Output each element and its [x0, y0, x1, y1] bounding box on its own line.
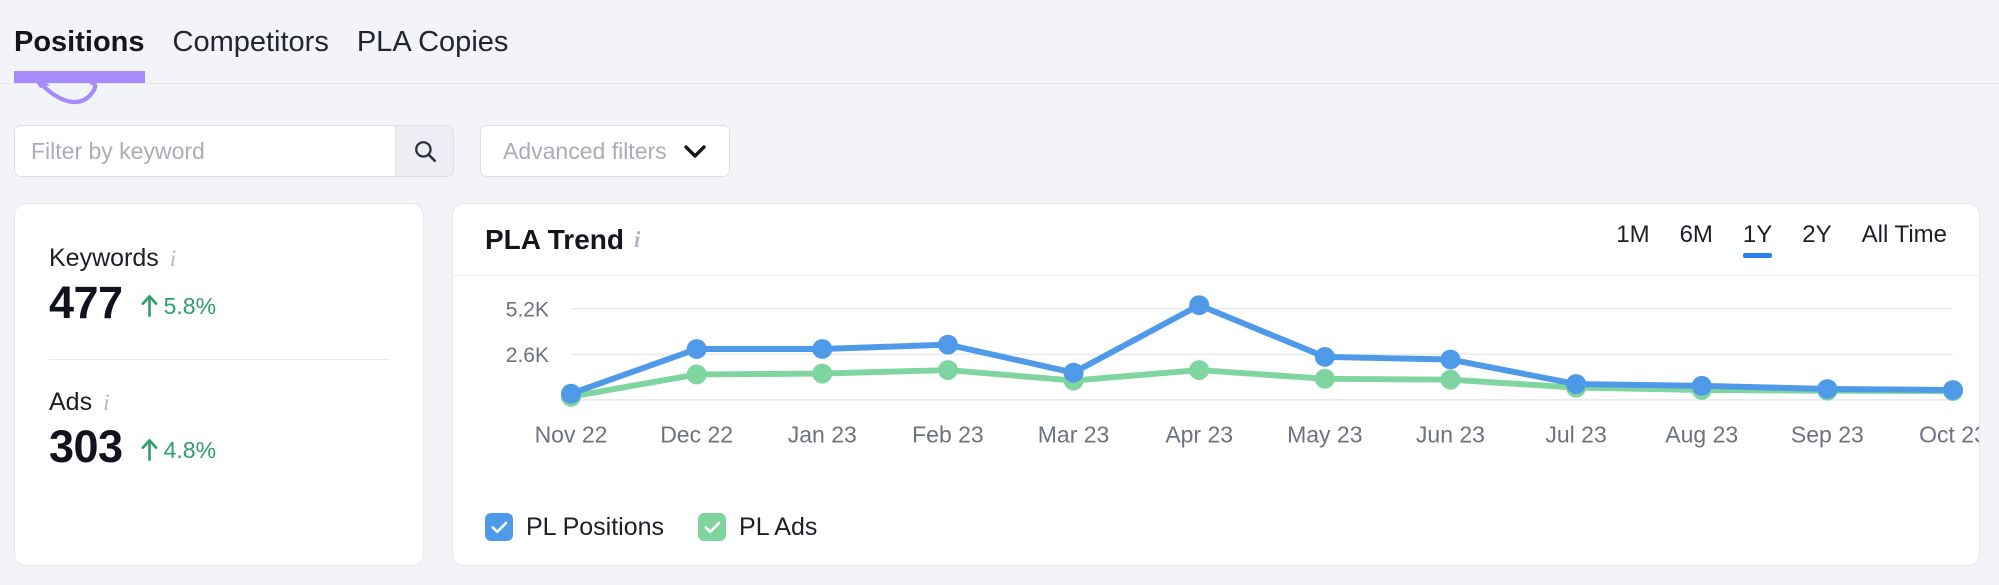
advanced-filters-button[interactable]: Advanced filters [480, 125, 730, 177]
metric-divider [49, 359, 389, 360]
tab-pla-copies-label: PLA Copies [356, 26, 509, 58]
metric-keywords-label: Keywords [49, 244, 159, 272]
data-point[interactable] [1314, 346, 1335, 367]
checkbox-pl-ads[interactable] [698, 513, 727, 541]
data-point[interactable] [937, 334, 958, 355]
info-icon[interactable]: i [170, 246, 176, 272]
tab-positions-label: Positions [14, 26, 145, 58]
range-1m-label: 1M [1616, 221, 1650, 248]
data-point[interactable] [686, 364, 707, 385]
metric-keywords-delta-value: 5.8% [163, 292, 217, 319]
x-axis-tick-label: Aug 23 [1665, 422, 1738, 448]
metric-keywords-delta: 5.8% [141, 293, 216, 320]
x-axis-tick-label: Jun 23 [1416, 422, 1485, 448]
metric-ads-delta: 4.8% [141, 437, 216, 464]
x-axis-tick-label: Dec 22 [660, 422, 733, 448]
range-1y[interactable]: 1Y [1742, 221, 1773, 258]
chart-plot-area: 2.6K 5.2K Nov 22 Dec 22 Jan 23 Feb 23 Mar 23 Ap… [453, 276, 1979, 489]
series-line-pl-ads [568, 367, 1956, 400]
x-axis-tick-label: Feb 23 [912, 422, 984, 448]
x-axis-tick-label: Jan 23 [788, 422, 857, 448]
metric-ads-label: Ads [49, 388, 93, 416]
tab-competitors-label: Competitors [172, 26, 329, 58]
tab-positions[interactable]: Positions [14, 28, 145, 83]
legend-item-pl-ads[interactable]: PL Ads [698, 513, 817, 542]
data-point[interactable] [561, 383, 581, 404]
arrow-up-icon [141, 295, 158, 317]
x-axis-tick-label: Mar 23 [1038, 422, 1110, 448]
advanced-filters-label: Advanced filters [503, 137, 667, 164]
chart-legend: PL Positions PL Ads [453, 489, 1979, 565]
search-button[interactable] [395, 126, 453, 176]
metric-keywords-value: 477 [49, 277, 123, 328]
x-axis-tick-label: May 23 [1287, 422, 1362, 448]
data-point[interactable] [1189, 295, 1210, 316]
data-point[interactable] [1817, 379, 1838, 399]
data-point[interactable] [1566, 374, 1587, 394]
tab-pla-copies[interactable]: PLA Copies [357, 28, 509, 83]
data-point[interactable] [1691, 375, 1712, 396]
arrow-up-icon [141, 439, 158, 461]
check-icon [704, 521, 720, 533]
y-axis-tick-label: 5.2K [506, 299, 549, 322]
x-axis-tick-label: Oct 23 [1919, 422, 1979, 448]
range-2y[interactable]: 2Y [1802, 221, 1831, 258]
x-axis-tick-label: Nov 22 [535, 422, 608, 448]
y-axis-tick-label: 2.6K [506, 344, 549, 367]
data-point[interactable] [937, 360, 958, 380]
tab-list: Positions Competitors PLA Copies [0, 0, 1999, 83]
metric-ads-label-row: Ads i [49, 388, 389, 417]
chevron-down-icon [683, 144, 706, 158]
tab-competitors[interactable]: Competitors [173, 28, 329, 83]
metric-ads-value: 303 [49, 421, 123, 472]
legend-item-pl-positions[interactable]: PL Positions [485, 513, 664, 542]
search-input[interactable] [15, 126, 395, 176]
filter-row: Advanced filters [14, 125, 730, 177]
range-1y-label: 1Y [1742, 221, 1773, 248]
x-axis-tick-label: Sep 23 [1791, 422, 1864, 448]
data-point[interactable] [812, 363, 833, 384]
data-point[interactable] [686, 339, 707, 359]
data-point[interactable] [1440, 349, 1461, 370]
chart-header: PLA Trend i 1M 6M 1Y 2Y All Time [453, 204, 1979, 276]
metric-ads: Ads i 303 4.8% [49, 388, 389, 473]
keyword-search-box [14, 125, 454, 177]
x-axis-tick-label: Apr 23 [1165, 422, 1233, 448]
range-6m[interactable]: 6M [1680, 221, 1713, 258]
checkbox-pl-positions[interactable] [485, 513, 513, 541]
range-2y-label: 2Y [1802, 221, 1832, 248]
pla-trend-line-chart: 2.6K 5.2K Nov 22 Dec 22 Jan 23 Feb 23 Mar 23 Ap… [506, 295, 1979, 448]
metric-ads-value-row: 303 4.8% [49, 421, 389, 473]
time-range-selector: 1M 6M 1Y 2Y All Time [1616, 221, 1947, 258]
series-line-pl-positions [568, 302, 1956, 397]
tab-bar: Positions Competitors PLA Copies [0, 0, 1999, 84]
metric-ads-delta-value: 4.8% [163, 436, 217, 463]
info-icon[interactable]: i [634, 227, 640, 253]
data-point[interactable] [1314, 368, 1335, 389]
metrics-card: Keywords i 477 5.8% Ads i 303 4.8% [14, 203, 424, 566]
data-point[interactable] [1063, 362, 1084, 383]
x-axis-tick-label: Jul 23 [1545, 422, 1606, 448]
pla-positions-page: Positions Competitors PLA Copies Filter … [0, 0, 1999, 585]
check-icon [491, 521, 507, 533]
range-6m-label: 6M [1679, 221, 1713, 248]
range-all-time-label: All Time [1861, 221, 1947, 248]
metric-keywords-label-row: Keywords i [49, 244, 389, 273]
range-1m[interactable]: 1M [1616, 221, 1649, 258]
range-all-time[interactable]: All Time [1862, 221, 1947, 258]
legend-label-pl-ads: PL Ads [739, 512, 818, 541]
page-title: PLA Trend [485, 223, 624, 255]
metric-keywords: Keywords i 477 5.8% [49, 244, 389, 329]
data-point[interactable] [1943, 380, 1963, 400]
data-point[interactable] [1440, 369, 1461, 390]
chart-title-group: PLA Trend i [485, 224, 640, 256]
metric-keywords-value-row: 477 5.8% [49, 277, 389, 329]
search-icon [414, 141, 436, 163]
info-icon[interactable]: i [103, 390, 109, 416]
pla-trend-card: PLA Trend i 1M 6M 1Y 2Y All Time 2.6K 5.… [452, 203, 1980, 566]
data-point[interactable] [812, 339, 833, 359]
legend-label-pl-positions: PL Positions [526, 512, 665, 541]
data-point[interactable] [1189, 360, 1210, 380]
